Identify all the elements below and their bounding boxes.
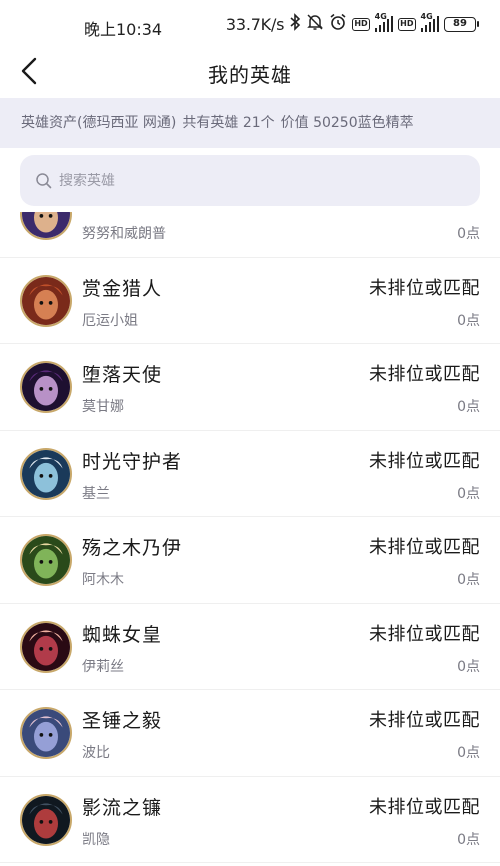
alarm-icon (329, 13, 347, 35)
bluetooth-icon (289, 13, 301, 35)
rank-status: 未排位或匹配 (369, 364, 480, 385)
hd-badge-2: HD (398, 17, 416, 31)
screen: 晚上10:34 33.7K/s HD 4G HD 4G 89 我的英雄 英雄资产… (0, 0, 500, 866)
mastery-points: 0点 (457, 399, 480, 415)
hero-avatar (20, 620, 72, 673)
signal-icon: 4G (374, 12, 394, 32)
network-speed: 33.7K/s (225, 14, 285, 34)
mastery-points: 0点 (457, 226, 480, 242)
signal-label-2: 4G (420, 12, 433, 21)
hero-name: 努努和威朗普 (82, 226, 166, 242)
mastery-points: 0点 (457, 485, 480, 502)
hero-title: 堕落天使 (82, 364, 163, 386)
hero-row[interactable]: 殇之木乃伊阿木木 未排位或匹配 0点 (0, 517, 500, 604)
hero-row[interactable]: 影流之镰凯隐 未排位或匹配 0点 (0, 777, 500, 863)
rank-status: 未排位或匹配 (369, 450, 480, 472)
hero-value: 价值 50250蓝色精萃 (280, 115, 414, 131)
search-box[interactable] (20, 155, 480, 206)
hero-row[interactable]: 赏金猎人厄运小姐 未排位或匹配 0点 (0, 258, 500, 344)
nav-header: 我的英雄 (0, 46, 500, 98)
hero-count: 共有英雄 21个 (182, 115, 275, 131)
hero-title: 时光守护者 (82, 450, 183, 473)
hero-title: 赏金猎人 (82, 277, 163, 300)
hero-avatar (20, 707, 72, 759)
hero-list[interactable]: 努努和威朗普 0点 赏金猎人 厄运小姐 未排位或匹配 0点 堕落天使 莫甘娜 未排位或匹配 0点时… (0, 212, 500, 866)
hero-avatar (20, 212, 72, 240)
mastery-points: 0点 (457, 831, 480, 848)
rank-status: 未排位或匹配 (369, 277, 480, 299)
mastery-points: 0点 (457, 572, 480, 588)
status-time: 晚上10:34 (84, 20, 163, 39)
hero-name: 阿木木 (82, 572, 124, 588)
hero-row[interactable]: 堕落天使莫甘娜 未排位或匹配 0点 (0, 344, 500, 431)
hd-badge: HD (352, 17, 370, 31)
hero-avatar (20, 534, 72, 586)
hero-title: 圣锤之毅 (82, 710, 163, 732)
signal-icon-2: 4G (420, 12, 439, 32)
hero-name: 凯隐 (82, 831, 110, 848)
hero-title: 蜘蛛女皇 (82, 623, 163, 646)
hero-avatar (20, 447, 72, 500)
status-icons: 33.7K/s HD 4G HD 4G 89 (225, 12, 479, 35)
hero-row[interactable]: 努努和威朗普 0点 (0, 212, 500, 258)
rank-status: 未排位或匹配 (369, 710, 480, 731)
mastery-points: 0点 (457, 745, 480, 761)
hero-row[interactable]: 时光守护者基兰 未排位或匹配 0点 (0, 431, 500, 517)
status-bar: 晚上10:34 33.7K/s HD 4G HD 4G 89 (0, 0, 500, 46)
mastery-points: 0点 (457, 312, 480, 329)
hero-avatar (20, 793, 72, 846)
rank-status: 未排位或匹配 (369, 796, 480, 818)
page-title: 我的英雄 (208, 63, 292, 87)
hero-name: 莫甘娜 (82, 399, 124, 415)
hero-title: 殇之木乃伊 (82, 537, 183, 559)
hero-avatar (20, 361, 72, 413)
hero-assets-summary: 英雄资产(德玛西亚 网通) 共有英雄 21个 价值 50250蓝色精萃 (0, 98, 500, 148)
battery-icon: 89 (444, 16, 479, 32)
hero-row[interactable]: 圣锤之毅波比 未排位或匹配 0点 (0, 690, 500, 777)
search-input[interactable] (59, 172, 439, 189)
hero-name: 厄运小姐 (82, 312, 138, 329)
hero-name: 波比 (82, 745, 110, 761)
hero-avatar (20, 274, 72, 327)
hero-title: 影流之镰 (82, 796, 163, 819)
hero-name: 基兰 (82, 485, 110, 502)
signal-label: 4G (374, 12, 387, 21)
assets-label: 英雄资产(德玛西亚 网通) (21, 115, 177, 131)
hero-row[interactable]: 蜘蛛女皇伊莉丝 未排位或匹配 0点 (0, 604, 500, 690)
rank-status: 未排位或匹配 (369, 623, 480, 645)
search-icon (36, 172, 52, 188)
mastery-points: 0点 (457, 658, 480, 675)
rank-status: 未排位或匹配 (369, 537, 480, 558)
mute-bell-icon (306, 13, 324, 35)
hero-name: 伊莉丝 (82, 658, 124, 675)
